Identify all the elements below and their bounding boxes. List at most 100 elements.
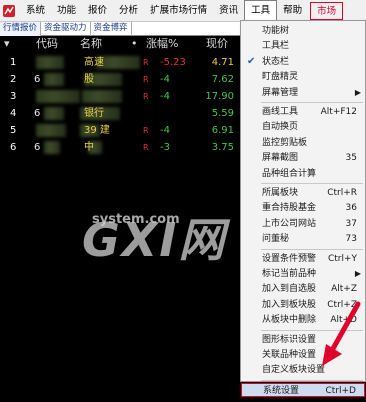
menu-separator bbox=[261, 248, 363, 250]
stock-code: 6 bbox=[34, 142, 41, 153]
stock-name: 中 bbox=[84, 142, 94, 153]
menu-item-shortcut: 36 bbox=[345, 203, 357, 214]
redacted-block bbox=[44, 141, 60, 154]
tools-menu-item[interactable]: 系统设置 Ctrl+D bbox=[241, 382, 365, 397]
price: 7.62 bbox=[211, 74, 234, 85]
menu-function[interactable]: 功能 bbox=[51, 0, 82, 22]
menu-item-label: 问董秘 bbox=[262, 234, 290, 245]
row-index: 3 bbox=[10, 91, 17, 102]
watermark-url: system.com bbox=[92, 212, 180, 227]
tools-menu-item[interactable]: 重合持股基金 36 bbox=[241, 201, 365, 215]
menu-item-label: 标记当前品种 bbox=[262, 269, 317, 279]
table-row[interactable]: 6 6 中 R -3 3.75 bbox=[0, 139, 240, 156]
table-row[interactable]: 2 6 股 R -4 7.62 bbox=[0, 71, 240, 88]
menu-tools[interactable]: 工具 bbox=[244, 0, 278, 22]
table-row[interactable]: 4 6 银行 5.59 bbox=[0, 105, 240, 122]
menu-separator bbox=[261, 183, 363, 184]
header-dot: • bbox=[131, 37, 138, 50]
menu-item-label: 自动换页 bbox=[262, 122, 299, 133]
redacted-block bbox=[44, 73, 64, 86]
stock-name: 高速 bbox=[84, 57, 104, 68]
row-index: 4 bbox=[10, 108, 17, 119]
stock-code: 6 bbox=[34, 74, 41, 85]
margin-flag: R bbox=[143, 75, 149, 84]
menu-item-label: 关联品种设置 bbox=[262, 350, 317, 360]
row-index: 2 bbox=[10, 74, 17, 85]
menu-quote[interactable]: 报价 bbox=[82, 0, 113, 22]
tools-menu-item[interactable]: 设置条件预警 Ctrl+Y bbox=[241, 252, 365, 266]
menu-item-label: 盯盘精灵 bbox=[262, 72, 299, 83]
price: 4.71 bbox=[211, 57, 234, 68]
menu-item-label: 加入到板块股 bbox=[262, 299, 317, 310]
menu-item-shortcut: 73 bbox=[345, 234, 357, 245]
change-pct: -4 bbox=[160, 125, 170, 136]
redacted-block bbox=[36, 90, 80, 103]
menu-item-label: 加入到自选股 bbox=[262, 284, 317, 295]
tab-quotes[interactable]: 行情报价 bbox=[0, 21, 42, 36]
tools-menu-item[interactable]: 屏幕管理 ▶ bbox=[241, 86, 365, 100]
menu-extended-market[interactable]: 扩展市场行情 bbox=[144, 0, 213, 22]
tools-menu-item[interactable]: 盯盘精灵 bbox=[241, 70, 365, 84]
change-pct: -4 bbox=[160, 91, 170, 102]
red-arrow-annotation-icon bbox=[322, 301, 361, 366]
redacted-block bbox=[44, 107, 64, 120]
header-code[interactable]: 代码 bbox=[36, 36, 58, 52]
menu-separator bbox=[261, 102, 363, 103]
tab-capital-game[interactable]: 资金博弈 bbox=[91, 21, 132, 36]
tools-menu-item[interactable]: 画线工具 Alt+F12 bbox=[241, 105, 365, 119]
checkmark-icon: ✔ bbox=[247, 55, 256, 67]
margin-flag: R bbox=[143, 92, 149, 101]
redacted-block bbox=[36, 56, 64, 69]
tools-menu-item[interactable]: 加入到自选股 Alt+Z bbox=[241, 282, 365, 296]
change-pct: -4 bbox=[160, 74, 170, 85]
sort-arrow-icon[interactable]: ▾ bbox=[4, 36, 10, 52]
header-price[interactable]: 现价 bbox=[206, 36, 228, 52]
row-index: 1 bbox=[10, 57, 17, 68]
menu-system[interactable]: 系统 bbox=[20, 0, 51, 22]
tools-menu-item[interactable]: 所属板块 Ctrl+R bbox=[241, 186, 365, 200]
menu-item-label: 监控剪贴板 bbox=[262, 137, 308, 148]
submenu-arrow-icon: ▶ bbox=[354, 269, 361, 278]
table-row[interactable]: 3 R -4 17.90 bbox=[0, 88, 240, 105]
menu-item-shortcut: 35 bbox=[345, 153, 357, 164]
header-change-pct[interactable]: 涨幅% bbox=[146, 36, 178, 52]
menu-item-label: 设置条件预警 bbox=[262, 253, 317, 264]
menu-item-shortcut: Alt+F12 bbox=[320, 107, 357, 117]
table-row[interactable]: 5 39 建 R -4 6.91 bbox=[0, 122, 240, 139]
stock-name: 银行 bbox=[84, 108, 104, 119]
menu-help[interactable]: 帮助 bbox=[277, 0, 308, 22]
tools-menu-item[interactable]: 功能树 bbox=[241, 24, 365, 38]
redacted-block bbox=[82, 90, 122, 103]
menu-item-label: 自定义板块设置 bbox=[262, 365, 326, 376]
stock-name: 股 bbox=[84, 74, 94, 85]
menu-news[interactable]: 资讯 bbox=[213, 0, 244, 22]
menu-item-label: 功能树 bbox=[262, 26, 290, 36]
header-name[interactable]: 名称 bbox=[80, 36, 102, 52]
tools-menu-item[interactable]: 自动换页 bbox=[241, 120, 365, 134]
menu-item-label: 系统设置 bbox=[263, 385, 300, 396]
tools-menu-item[interactable]: 屏幕截图 35 bbox=[241, 151, 365, 165]
menu-item-label: 品种组合计算 bbox=[262, 168, 317, 179]
tools-menu-item[interactable]: 工具栏 bbox=[241, 39, 365, 53]
menu-item-shortcut: Ctrl+D bbox=[325, 385, 357, 396]
table-row[interactable]: 1 高速 R -5.23 4.71 bbox=[0, 54, 240, 71]
tools-menu-item[interactable]: 标记当前品种 ▶ bbox=[241, 267, 365, 281]
tools-menu-item[interactable]: 问董秘 73 bbox=[241, 232, 365, 246]
price: 5.59 bbox=[211, 108, 234, 119]
menu-item-label: 工具栏 bbox=[262, 41, 290, 52]
stock-name: 39 建 bbox=[84, 125, 110, 136]
row-index: 6 bbox=[10, 142, 17, 153]
tools-menu-item[interactable]: ✔ 状态栏 bbox=[241, 55, 365, 69]
tools-menu-item[interactable]: 监控剪贴板 bbox=[241, 136, 365, 150]
menu-item-label: 重合持股基金 bbox=[262, 203, 317, 214]
redacted-block bbox=[36, 124, 66, 137]
menu-market[interactable]: 市场 bbox=[310, 1, 344, 20]
menu-item-label: 画线工具 bbox=[262, 107, 299, 117]
row-index: 5 bbox=[10, 125, 17, 136]
menu-analysis[interactable]: 分析 bbox=[113, 0, 144, 22]
menu-item-shortcut: Ctrl+Y bbox=[327, 253, 357, 264]
stock-code: 6 bbox=[34, 108, 41, 119]
tab-capital-drive[interactable]: 资金驱动力 bbox=[41, 21, 91, 36]
tools-menu-item[interactable]: 品种组合计算 bbox=[241, 167, 365, 181]
tools-menu-item[interactable]: 上市公司网站 37 bbox=[241, 217, 365, 231]
